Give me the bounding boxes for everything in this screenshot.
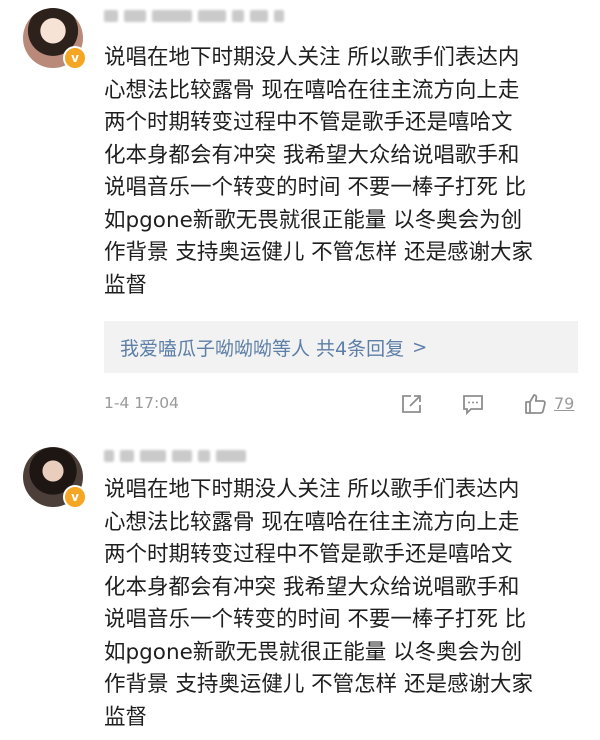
comment-meta: 1-4 17:04 79 (104, 392, 580, 416)
verified-badge-icon: v (63, 485, 87, 509)
timestamp: 1-4 17:04 (104, 394, 179, 412)
view-replies-link[interactable]: 我爱嗑瓜子呦呦呦等人 共4条回复 > (104, 321, 578, 373)
share-icon[interactable] (400, 392, 424, 416)
avatar[interactable]: v (23, 8, 87, 70)
like-count[interactable]: 79 (554, 394, 574, 413)
comment-text: 说唱在地下时期没人关注 所以歌手们表达内 心想法比较露骨 现在嘻哈在往主流方向上… (104, 45, 534, 298)
replies-summary: 我爱嗑瓜子呦呦呦等人 共4条回复 (120, 337, 405, 360)
comment-icon[interactable] (461, 392, 485, 416)
comment-text: 说唱在地下时期没人关注 所以歌手们表达内 心想法比较露骨 现在嘻哈在往主流方向上… (104, 477, 534, 730)
verified-badge-icon: v (63, 46, 87, 70)
comment-item: v 说唱在地下时期没人关注 所以歌手们表达内 心想法比较露骨 现在嘻哈在往主流方… (0, 0, 600, 430)
avatar[interactable]: v (23, 447, 87, 509)
thumbs-up-icon[interactable] (524, 392, 548, 416)
username-blurred[interactable] (104, 8, 284, 24)
username-blurred[interactable] (104, 448, 246, 464)
comment-item: v 说唱在地下时期没人关注 所以歌手们表达内 心想法比较露骨 现在嘻哈在往主流方… (0, 430, 600, 740)
chevron-right-icon: > (412, 336, 428, 358)
